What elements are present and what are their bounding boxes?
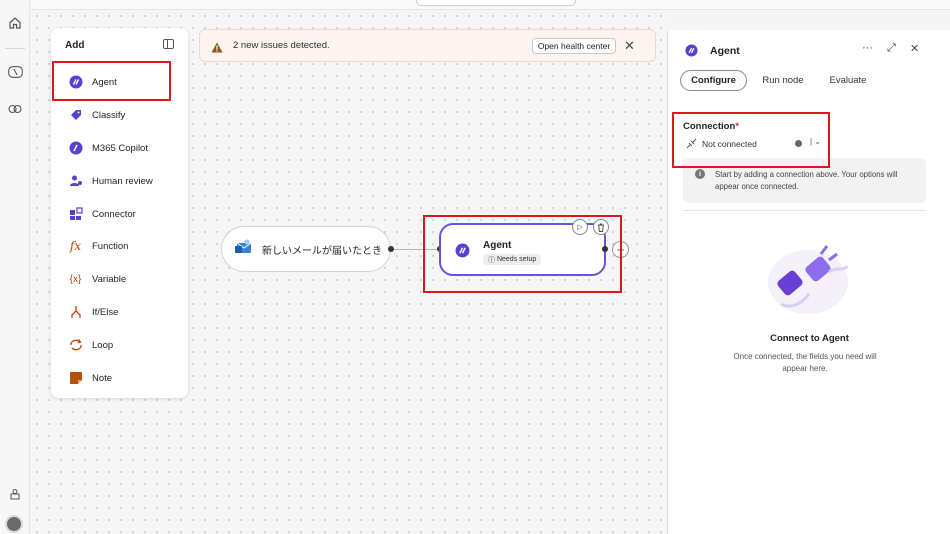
loop-icon (68, 338, 83, 353)
function-icon: fx (69, 239, 82, 253)
open-health-center-button[interactable]: Open health center (532, 38, 616, 54)
close-panel-icon[interactable]: ✕ (910, 42, 919, 55)
code-icon[interactable] (6, 63, 24, 81)
tab-configure[interactable]: Configure (680, 70, 747, 91)
expand-icon[interactable]: ⤢ (887, 42, 896, 55)
properties-panel: Agent ··· ⤢ ✕ Configure Run node Evaluat… (667, 30, 950, 534)
add-panel-title: Add (65, 40, 85, 51)
trigger-label: 新しいメールが届いたとき (262, 245, 382, 257)
info-icon: i (695, 169, 705, 179)
highlight-connection (672, 112, 830, 168)
add-item-loop[interactable]: Loop (51, 329, 188, 361)
outlook-mail-icon (235, 239, 253, 260)
empty-state-title: Connect to Agent (770, 333, 849, 344)
highlight-agent-node (423, 215, 622, 293)
avatar[interactable] (5, 515, 23, 533)
divider (683, 210, 926, 211)
top-bar (31, 0, 950, 10)
left-rail (0, 0, 30, 534)
variable-icon: {x} (69, 273, 82, 285)
home-icon[interactable] (6, 14, 24, 32)
add-item-classify[interactable]: Classify (51, 99, 188, 131)
branch-icon (68, 305, 83, 320)
tab-run-node[interactable]: Run node (754, 70, 812, 91)
add-item-variable[interactable]: {x} Variable (51, 263, 188, 295)
warning-icon (211, 40, 223, 58)
agent-icon (685, 44, 698, 62)
library-icon[interactable] (6, 100, 24, 118)
human-review-icon (68, 174, 83, 189)
tab-evaluate[interactable]: Evaluate (820, 70, 876, 91)
output-handle[interactable] (388, 246, 394, 252)
add-item-if-else[interactable]: If/Else (51, 296, 188, 328)
add-item-connector[interactable]: Connector (51, 198, 188, 230)
highlight-agent-item (52, 61, 171, 101)
search-pill[interactable] (416, 0, 576, 6)
issues-notification: 2 new issues detected. Open health cente… (199, 29, 656, 62)
add-item-function[interactable]: fx Function (51, 230, 188, 262)
panel-toggle-icon[interactable] (163, 39, 174, 49)
connector-icon (68, 207, 83, 222)
add-item-m365-copilot[interactable]: M365 Copilot (51, 132, 188, 164)
trigger-node[interactable]: 新しいメールが届いたとき (221, 226, 391, 272)
notification-message: 2 new issues detected. (233, 40, 330, 51)
help-icon[interactable] (6, 485, 24, 503)
add-item-human-review[interactable]: Human review (51, 165, 188, 197)
copilot-icon (68, 141, 83, 156)
connect-plug-illustration-icon (763, 242, 853, 327)
close-icon[interactable]: ✕ (624, 38, 635, 54)
note-icon (68, 371, 83, 386)
more-options-icon[interactable]: ··· (862, 42, 873, 54)
classify-icon (68, 108, 83, 123)
add-item-note[interactable]: Note (51, 362, 188, 394)
panel-title: Agent (710, 45, 740, 57)
empty-state-subtitle: Once connected, the fields you need will… (733, 352, 877, 373)
